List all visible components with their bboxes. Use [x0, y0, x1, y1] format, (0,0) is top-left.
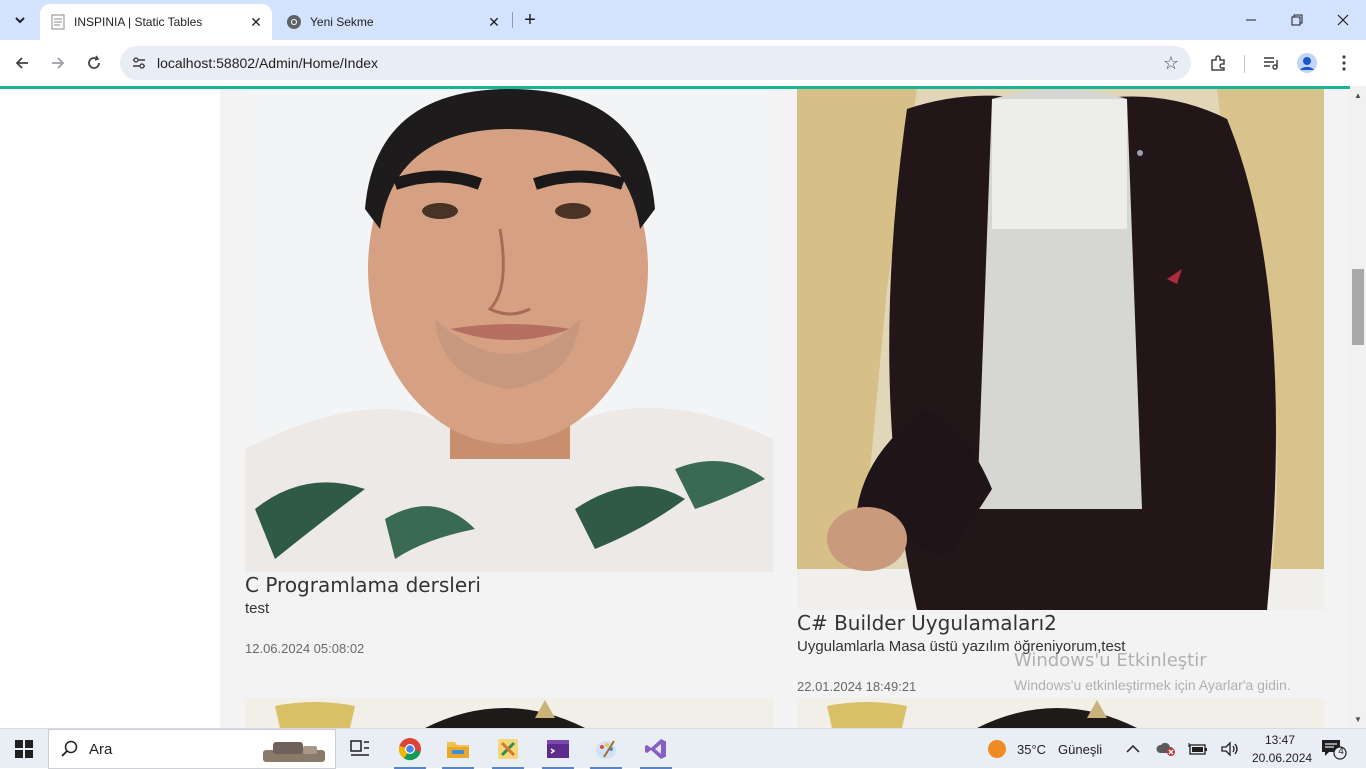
close-window-button[interactable]: [1320, 0, 1366, 40]
close-tab-icon[interactable]: ✕: [484, 12, 504, 32]
taskbar-clock[interactable]: 13:47 20.06.2024: [1252, 731, 1313, 767]
scroll-up-arrow-icon[interactable]: ▲: [1350, 88, 1366, 102]
post-photo[interactable]: [797, 89, 1324, 610]
speaker-icon: [1221, 741, 1238, 757]
tab-new-tab[interactable]: Yeni Sekme ✕: [278, 4, 510, 40]
terminal-icon: [547, 740, 569, 758]
reload-button[interactable]: [80, 49, 108, 77]
toolbar-divider: [1244, 55, 1245, 73]
back-button[interactable]: [8, 49, 36, 77]
minimize-icon: [1246, 19, 1256, 21]
notification-badge: 4: [1338, 746, 1344, 757]
post-date: 22.01.2024 18:49:21: [797, 679, 917, 694]
tab-title: Yeni Sekme: [310, 15, 374, 29]
minimize-button[interactable]: [1228, 0, 1274, 40]
chrome-menu-button[interactable]: [1330, 49, 1358, 77]
visual-studio-icon: [645, 739, 666, 759]
forward-button[interactable]: [44, 49, 72, 77]
tab-divider: [512, 12, 513, 28]
post-photo[interactable]: [245, 89, 773, 572]
palette-icon: [596, 740, 616, 759]
browser-toolbar: localhost:58802/Admin/Home/Index ☆: [0, 40, 1366, 86]
restore-button[interactable]: [1274, 0, 1320, 40]
sun-icon: [988, 740, 1006, 758]
puzzle-icon: [1211, 55, 1225, 71]
search-placeholder: Ara: [89, 740, 113, 758]
post-title[interactable]: C# Builder Uygulamaları2: [797, 611, 1057, 635]
chevron-up-icon: [1126, 744, 1140, 753]
bookmark-star-icon[interactable]: ☆: [1163, 53, 1179, 74]
profile-button[interactable]: [1293, 49, 1321, 77]
task-view-button[interactable]: [336, 729, 384, 769]
reload-icon: [88, 55, 100, 69]
task-view-icon: [350, 740, 369, 756]
tray-overflow-button[interactable]: [1126, 729, 1140, 769]
search-icon: [61, 740, 78, 757]
taskbar-visual-studio[interactable]: [632, 729, 680, 769]
media-queue-icon: [1264, 57, 1278, 70]
browser-tabstrip: INSPINIA | Static Tables ✕ Yeni Sekme ✕ …: [0, 0, 1366, 40]
tray-volume[interactable]: [1220, 729, 1240, 769]
new-tab-button[interactable]: +: [518, 8, 542, 32]
sidebar: [0, 89, 220, 728]
post-photo-partial[interactable]: [245, 698, 773, 728]
post-title[interactable]: C Programlama dersleri: [245, 573, 481, 597]
cloud-error-icon: [1156, 742, 1175, 756]
scroll-down-arrow-icon[interactable]: ▼: [1350, 712, 1366, 726]
taskbar-app-tools[interactable]: [484, 729, 532, 769]
page-icon: [50, 14, 66, 30]
restore-icon: [1291, 14, 1303, 26]
taskbar-paint[interactable]: [582, 729, 630, 769]
avatar-icon: [1297, 53, 1317, 73]
post-date: 12.06.2024 05:08:02: [245, 641, 365, 656]
battery-icon: [1188, 743, 1207, 755]
taskbar-file-explorer[interactable]: [434, 729, 482, 769]
clock-date: 20.06.2024: [1252, 751, 1313, 765]
clock-time: 13:47: [1264, 733, 1296, 747]
folder-icon: [447, 742, 469, 758]
windows-taskbar: Ara 35°C Güneşli 13:47 20.06.2024 4: [0, 728, 1366, 769]
weather-widget[interactable]: 35°C Güneşli: [986, 729, 1102, 769]
notification-center-button[interactable]: 4: [1320, 737, 1348, 761]
post-description: Uygulamlarla Masa üstü yazılım öğreniyor…: [797, 638, 1126, 655]
weather-temp: 35°C: [1017, 741, 1047, 757]
tools-icon: [498, 739, 518, 759]
chevron-down-icon: [15, 17, 25, 24]
taskbar-terminal[interactable]: [534, 729, 582, 769]
tab-search-button[interactable]: [6, 6, 34, 34]
tray-battery[interactable]: [1188, 729, 1208, 769]
post-photo-partial[interactable]: [797, 698, 1324, 728]
address-bar[interactable]: localhost:58802/Admin/Home/Index ☆: [120, 46, 1191, 80]
weather-text: Güneşli: [1058, 741, 1103, 757]
taskbar-search[interactable]: Ara: [48, 729, 336, 769]
page-viewport: C Programlama dersleri test 12.06.2024 0…: [0, 89, 1350, 728]
arrow-left-icon: [15, 57, 28, 69]
close-icon: [1337, 14, 1349, 26]
start-button[interactable]: [0, 729, 48, 769]
extensions-button[interactable]: [1204, 49, 1232, 77]
arrow-right-icon: [52, 57, 65, 69]
windows-logo-icon: [15, 740, 33, 758]
tab-title: INSPINIA | Static Tables: [74, 15, 203, 29]
media-controls-button[interactable]: [1257, 49, 1285, 77]
page-scrollbar[interactable]: ▲ ▼: [1350, 86, 1366, 728]
tray-onedrive[interactable]: [1156, 729, 1176, 769]
chrome-icon: [286, 14, 302, 30]
main-content: C Programlama dersleri test 12.06.2024 0…: [220, 89, 1350, 728]
chrome-icon: [398, 738, 421, 761]
more-vertical-icon: [1342, 55, 1346, 71]
url-text[interactable]: localhost:58802/Admin/Home/Index: [157, 55, 378, 71]
site-settings-icon[interactable]: [122, 46, 156, 80]
tab-inspinia[interactable]: INSPINIA | Static Tables ✕: [40, 4, 272, 40]
post-description: test: [245, 600, 270, 617]
scroll-thumb[interactable]: [1352, 269, 1364, 345]
taskbar-chrome[interactable]: [386, 729, 434, 769]
close-tab-icon[interactable]: ✕: [246, 12, 266, 32]
search-highlight-image: [263, 742, 325, 762]
